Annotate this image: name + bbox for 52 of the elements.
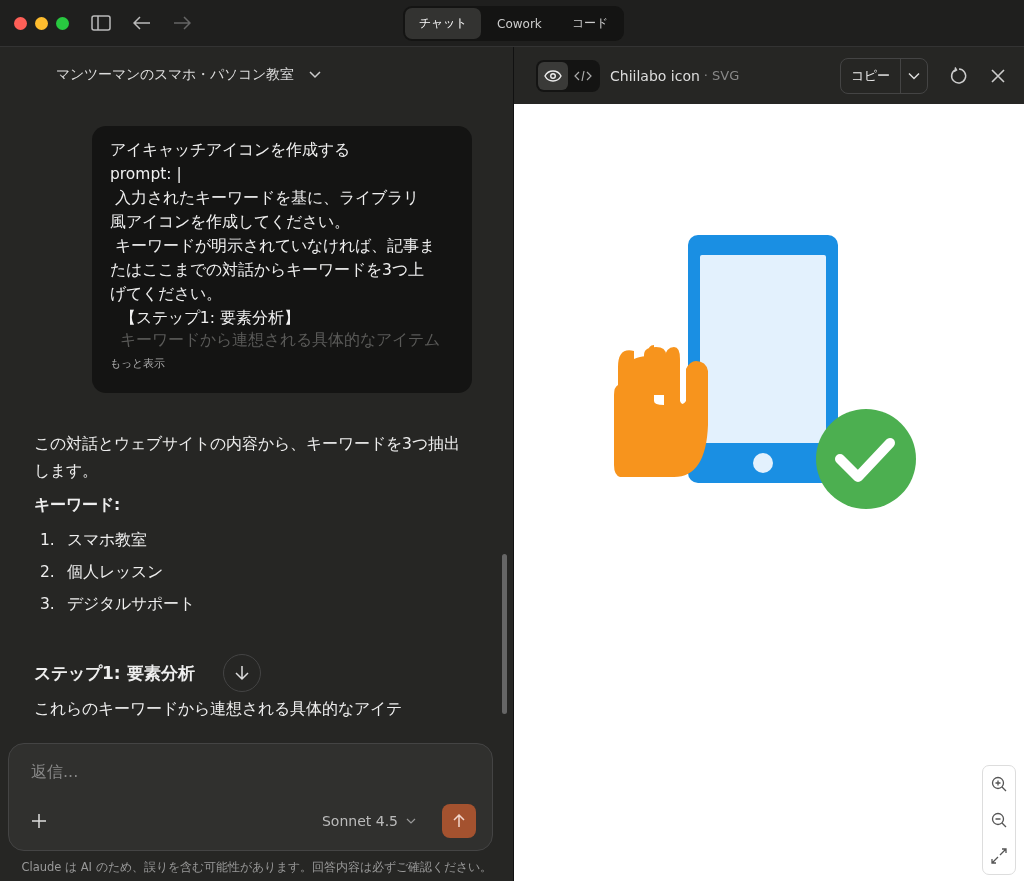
up-arrow-icon [453, 814, 465, 828]
zoom-out-icon[interactable] [991, 812, 1007, 828]
message-line: 風アイコンを作成してください。 [110, 212, 351, 233]
message-line: 入力されたキーワードを基に、ライブラリ [113, 188, 420, 209]
list-number: 1. [40, 530, 55, 551]
back-arrow-icon[interactable] [133, 16, 151, 30]
send-button[interactable] [442, 804, 476, 838]
keyword-item: デジタルサポート [66, 594, 195, 615]
mode-tab[interactable]: Cowork [483, 8, 556, 39]
sidebar-toggle-icon[interactable] [91, 15, 111, 31]
message-line: たはここまでの対話からキーワードを3つ上 [110, 260, 425, 281]
message-line: げてください。 [110, 284, 223, 305]
chevron-down-icon [908, 71, 920, 80]
plus-icon[interactable] [31, 813, 47, 829]
project-title[interactable]: マンツーマンのスマホ・パソコン教室 [56, 65, 294, 84]
disclaimer-text: Claude は AI のため、誤りを含む可能性があります。回答内容は必ずご確認ください。 [20, 859, 493, 876]
list-number: 2. [40, 562, 55, 583]
scrollbar[interactable] [502, 554, 507, 714]
response-paragraph: この対話とウェブサイトの内容から、キーワードを3つ抽出します。 [34, 434, 461, 482]
show-more-link[interactable]: もっと表示 [110, 356, 165, 371]
chevron-down-icon[interactable] [308, 69, 322, 80]
section-heading: ステップ1: 要素分析 [34, 661, 195, 685]
expand-icon[interactable] [991, 848, 1007, 864]
keyword-item: 個人レッスン [66, 562, 163, 583]
zoom-in-icon[interactable] [991, 776, 1007, 792]
message-line: キーワードから連想される具体的なアイテム [118, 330, 441, 350]
code-icon [574, 69, 592, 82]
keywords-label: キーワード: [34, 495, 122, 516]
forward-arrow-icon[interactable] [173, 16, 191, 30]
response-paragraph: これらのキーワードから連想される具体的なアイテ [34, 699, 403, 720]
refresh-icon[interactable] [950, 66, 968, 85]
down-arrow-icon [234, 665, 249, 681]
close-icon[interactable] [990, 67, 1006, 84]
artifact-type: · SVG [703, 68, 740, 83]
message-line: prompt: | [110, 164, 183, 185]
minimize-window-button[interactable] [35, 16, 48, 30]
mode-tab[interactable]: コード [557, 8, 622, 39]
chevron-down-icon[interactable] [406, 817, 416, 825]
keyword-item: スマホ教室 [66, 530, 147, 551]
reply-input[interactable]: 返信... [31, 762, 476, 781]
artifact-title: Chiilabo icon [610, 67, 700, 84]
message-line: キーワードが明示されていなければ、記事ま [113, 236, 436, 257]
message-line: 【ステップ1: 要素分析】 [118, 308, 301, 329]
close-window-button[interactable] [14, 16, 27, 30]
preview-tab[interactable] [538, 61, 568, 90]
eye-icon [544, 69, 562, 82]
message-line: アイキャッチアイコンを作成する [110, 140, 351, 161]
scroll-down-button[interactable] [222, 654, 261, 692]
maximize-window-button[interactable] [56, 16, 69, 30]
model-selector[interactable]: Sonnet 4.5 [322, 813, 398, 829]
list-number: 3. [40, 594, 55, 615]
mode-tab[interactable]: チャット [405, 8, 481, 39]
